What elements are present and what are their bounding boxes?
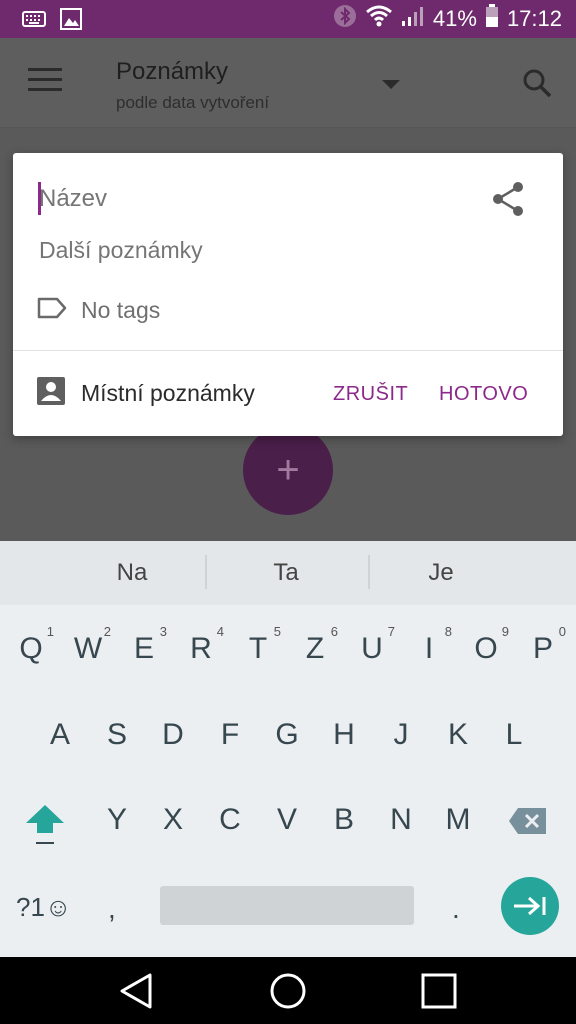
back-triangle-icon: [120, 973, 152, 1009]
key-n[interactable]: N: [376, 803, 426, 837]
key-d[interactable]: D: [148, 718, 198, 752]
key-u[interactable]: U7: [347, 624, 397, 666]
key-i[interactable]: I8: [404, 624, 454, 666]
space-bar[interactable]: [160, 886, 414, 925]
account-label: Místní poznámky: [81, 380, 255, 406]
back-button[interactable]: [118, 971, 154, 1016]
key-g[interactable]: G: [262, 718, 312, 752]
key-r[interactable]: R4: [176, 624, 226, 666]
key-w[interactable]: W2: [63, 624, 113, 666]
key-c[interactable]: C: [205, 803, 255, 837]
new-note-dialog: No tags Místní poznámky ZRUŠIT HOTOVO: [13, 153, 563, 436]
add-note-fab[interactable]: +: [243, 425, 333, 515]
note-title-input[interactable]: [39, 185, 459, 213]
key-m[interactable]: M: [433, 803, 483, 837]
key-x[interactable]: X: [148, 803, 198, 837]
clock: 17:12: [506, 6, 562, 31]
soft-keyboard: Na Ta Je Q1 W2 E3 R4 T5 Z6 U7 I8 O9 P0 A…: [0, 541, 576, 957]
image-icon: [60, 8, 82, 35]
key-f[interactable]: F: [205, 718, 255, 752]
symbols-key[interactable]: ?1☺: [16, 892, 71, 923]
bluetooth-icon: [333, 4, 357, 34]
tags-row[interactable]: No tags: [37, 297, 160, 324]
tag-icon: [37, 297, 67, 324]
account-box-icon: [37, 377, 65, 410]
battery-percent: 41%: [432, 6, 477, 31]
key-t[interactable]: T5: [233, 624, 283, 666]
home-button[interactable]: [268, 971, 308, 1016]
suggestion-2[interactable]: Ta: [206, 559, 366, 587]
period-key[interactable]: .: [452, 893, 460, 925]
suggestion-strip: Na Ta Je: [0, 541, 576, 605]
keyboard-icon: [22, 11, 46, 32]
key-s[interactable]: S: [92, 718, 142, 752]
key-b[interactable]: B: [319, 803, 369, 837]
plus-icon: +: [276, 447, 300, 492]
wifi-icon: [365, 5, 393, 33]
suggestion-1[interactable]: Na: [52, 559, 212, 587]
key-l[interactable]: L: [489, 718, 539, 752]
key-o[interactable]: O9: [461, 624, 511, 666]
recent-apps-button[interactable]: [420, 972, 458, 1015]
divider: [13, 350, 563, 351]
cancel-button[interactable]: ZRUŠIT: [333, 383, 408, 406]
key-p[interactable]: P0: [518, 624, 568, 666]
backspace-icon: [509, 808, 546, 834]
key-e[interactable]: E3: [119, 624, 169, 666]
backspace-key[interactable]: [508, 807, 548, 840]
key-q[interactable]: Q1: [6, 624, 56, 666]
hamburger-menu-icon[interactable]: [28, 68, 62, 94]
key-y[interactable]: Y: [92, 803, 142, 837]
enter-key[interactable]: [501, 877, 559, 935]
share-icon[interactable]: [491, 181, 525, 222]
battery-icon: [485, 4, 499, 34]
comma-key[interactable]: ,: [108, 893, 116, 925]
next-arrow-icon: [514, 896, 546, 916]
key-j[interactable]: J: [376, 718, 426, 752]
tags-label: No tags: [81, 297, 161, 323]
recent-square-icon: [421, 973, 457, 1009]
toolbar-subtitle: podle data vytvoření: [116, 93, 270, 112]
key-z[interactable]: Z6: [290, 624, 340, 666]
navigation-bar: [0, 957, 576, 1024]
search-icon[interactable]: [522, 68, 552, 103]
key-a[interactable]: A: [35, 718, 85, 752]
shift-arrow-icon: [26, 805, 64, 844]
account-selector[interactable]: Místní poznámky: [37, 377, 255, 410]
toolbar-title: Poznámky: [116, 58, 229, 85]
shift-key[interactable]: [24, 803, 66, 852]
suggestion-3[interactable]: Je: [361, 559, 521, 587]
status-bar: 41% 17:12: [0, 0, 576, 38]
signal-icon: [401, 5, 425, 33]
done-button[interactable]: HOTOVO: [439, 383, 528, 406]
dropdown-caret-icon[interactable]: [382, 80, 400, 89]
note-body-input[interactable]: [39, 237, 519, 264]
key-v[interactable]: V: [262, 803, 312, 837]
home-circle-icon: [270, 973, 306, 1009]
key-h[interactable]: H: [319, 718, 369, 752]
app-toolbar: Poznámky podle data vytvoření: [0, 38, 576, 128]
key-k[interactable]: K: [433, 718, 483, 752]
